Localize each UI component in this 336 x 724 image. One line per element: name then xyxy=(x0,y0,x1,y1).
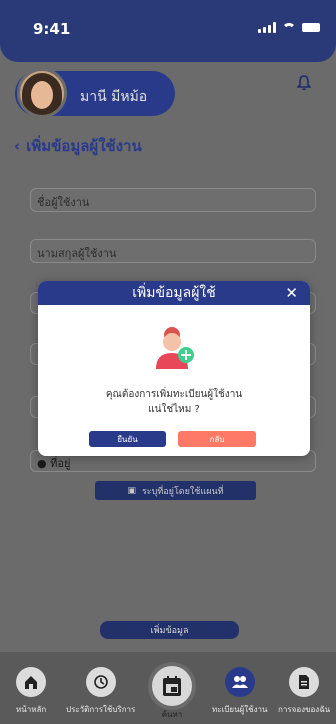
address-value: ที่อยู่ xyxy=(50,457,71,470)
calendar-icon xyxy=(163,676,181,696)
wifi-icon xyxy=(282,22,296,33)
map-button-label: ระบุที่อยู่โดยใช้แผนที่ xyxy=(141,486,224,497)
map-icon: ▣ xyxy=(127,485,136,496)
first-name-placeholder: ชื่อผู้ใช้งาน xyxy=(37,196,90,209)
nav-history-label: ประวัติการใช้บริการ xyxy=(66,705,136,714)
bell-icon[interactable] xyxy=(297,75,311,91)
dialog-message-line1: คุณต้องการเพิ่มทะเบียนผู้ใช้งาน xyxy=(105,389,243,400)
nav-home-label: หน้าหลัก xyxy=(16,705,47,714)
chevron-left-icon: ‹ xyxy=(14,137,21,155)
users-icon xyxy=(224,667,255,697)
document-icon xyxy=(289,667,320,697)
submit-button[interactable]: เพิ่มข้อมูล xyxy=(100,621,239,639)
confirm-dialog: เพิ่มข้อมูลผู้ใช้ ✕ คุณต้องการเพิ่มทะเบี… xyxy=(38,281,310,456)
home-icon xyxy=(16,667,47,697)
location-pin-icon: ● xyxy=(37,457,47,470)
back-dialog-button[interactable]: กลับ xyxy=(178,431,256,447)
confirm-button[interactable]: ยืนยัน xyxy=(89,431,166,447)
battery-icon xyxy=(302,23,320,32)
nav-register[interactable]: ทะเบียนผู้ใช้งาน xyxy=(212,667,267,716)
status-icons xyxy=(258,22,320,33)
map-select-button[interactable]: ▣ ระบุที่อยู่โดยใช้แผนที่ xyxy=(95,481,256,500)
nav-booking-label: การจองของฉัน xyxy=(278,705,331,714)
avatar[interactable] xyxy=(17,68,67,118)
nav-booking[interactable]: การจองของฉัน xyxy=(278,667,330,716)
nav-search-label: ค้นหา xyxy=(161,710,183,719)
page-title: เพิ่มข้อมูลผู้ใช้งาน xyxy=(26,137,142,155)
last-name-field[interactable]: นามสกุลผู้ใช้งาน xyxy=(30,239,316,263)
profile-name: มานี มีหม้อ xyxy=(80,89,148,105)
nav-home[interactable]: หน้าหลัก xyxy=(16,667,46,716)
dialog-header: เพิ่มข้อมูลผู้ใช้ ✕ xyxy=(38,281,310,305)
nav-register-label: ทะเบียนผู้ใช้งาน xyxy=(212,705,268,714)
add-user-icon xyxy=(156,327,194,369)
nav-search[interactable] xyxy=(148,662,196,710)
dialog-message: คุณต้องการเพิ่มทะเบียนผู้ใช้งาน แน่ใช่ไห… xyxy=(38,387,310,417)
status-time: 9:41 xyxy=(33,20,71,38)
close-icon[interactable]: ✕ xyxy=(285,284,298,302)
back-button[interactable]: ‹ เพิ่มข้อมูลผู้ใช้งาน xyxy=(14,134,142,158)
signal-icon xyxy=(258,22,276,33)
nav-history[interactable]: ประวัติการใช้บริการ xyxy=(66,667,135,716)
status-bar: 9:41 xyxy=(0,0,336,50)
history-icon xyxy=(85,667,116,697)
dialog-title: เพิ่มข้อมูลผู้ใช้ xyxy=(132,285,216,301)
dialog-message-line2: แน่ใช่ไหม ? xyxy=(148,404,200,415)
last-name-placeholder: นามสกุลผู้ใช้งาน xyxy=(37,247,117,260)
first-name-field[interactable]: ชื่อผู้ใช้งาน xyxy=(30,188,316,212)
